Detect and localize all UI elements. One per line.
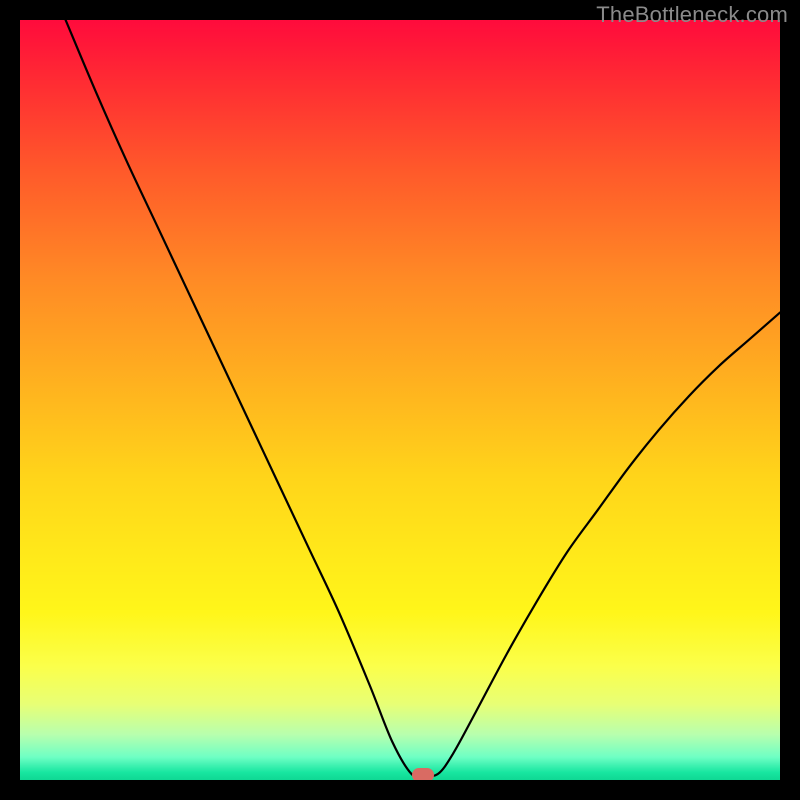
frame-border [780, 0, 800, 800]
watermark-text: TheBottleneck.com [596, 2, 788, 28]
frame-border [0, 780, 800, 800]
frame-border [0, 0, 20, 800]
plot-area [20, 20, 780, 780]
bottleneck-curve [20, 20, 780, 780]
curve-path [66, 20, 780, 777]
chart-frame: TheBottleneck.com [0, 0, 800, 800]
